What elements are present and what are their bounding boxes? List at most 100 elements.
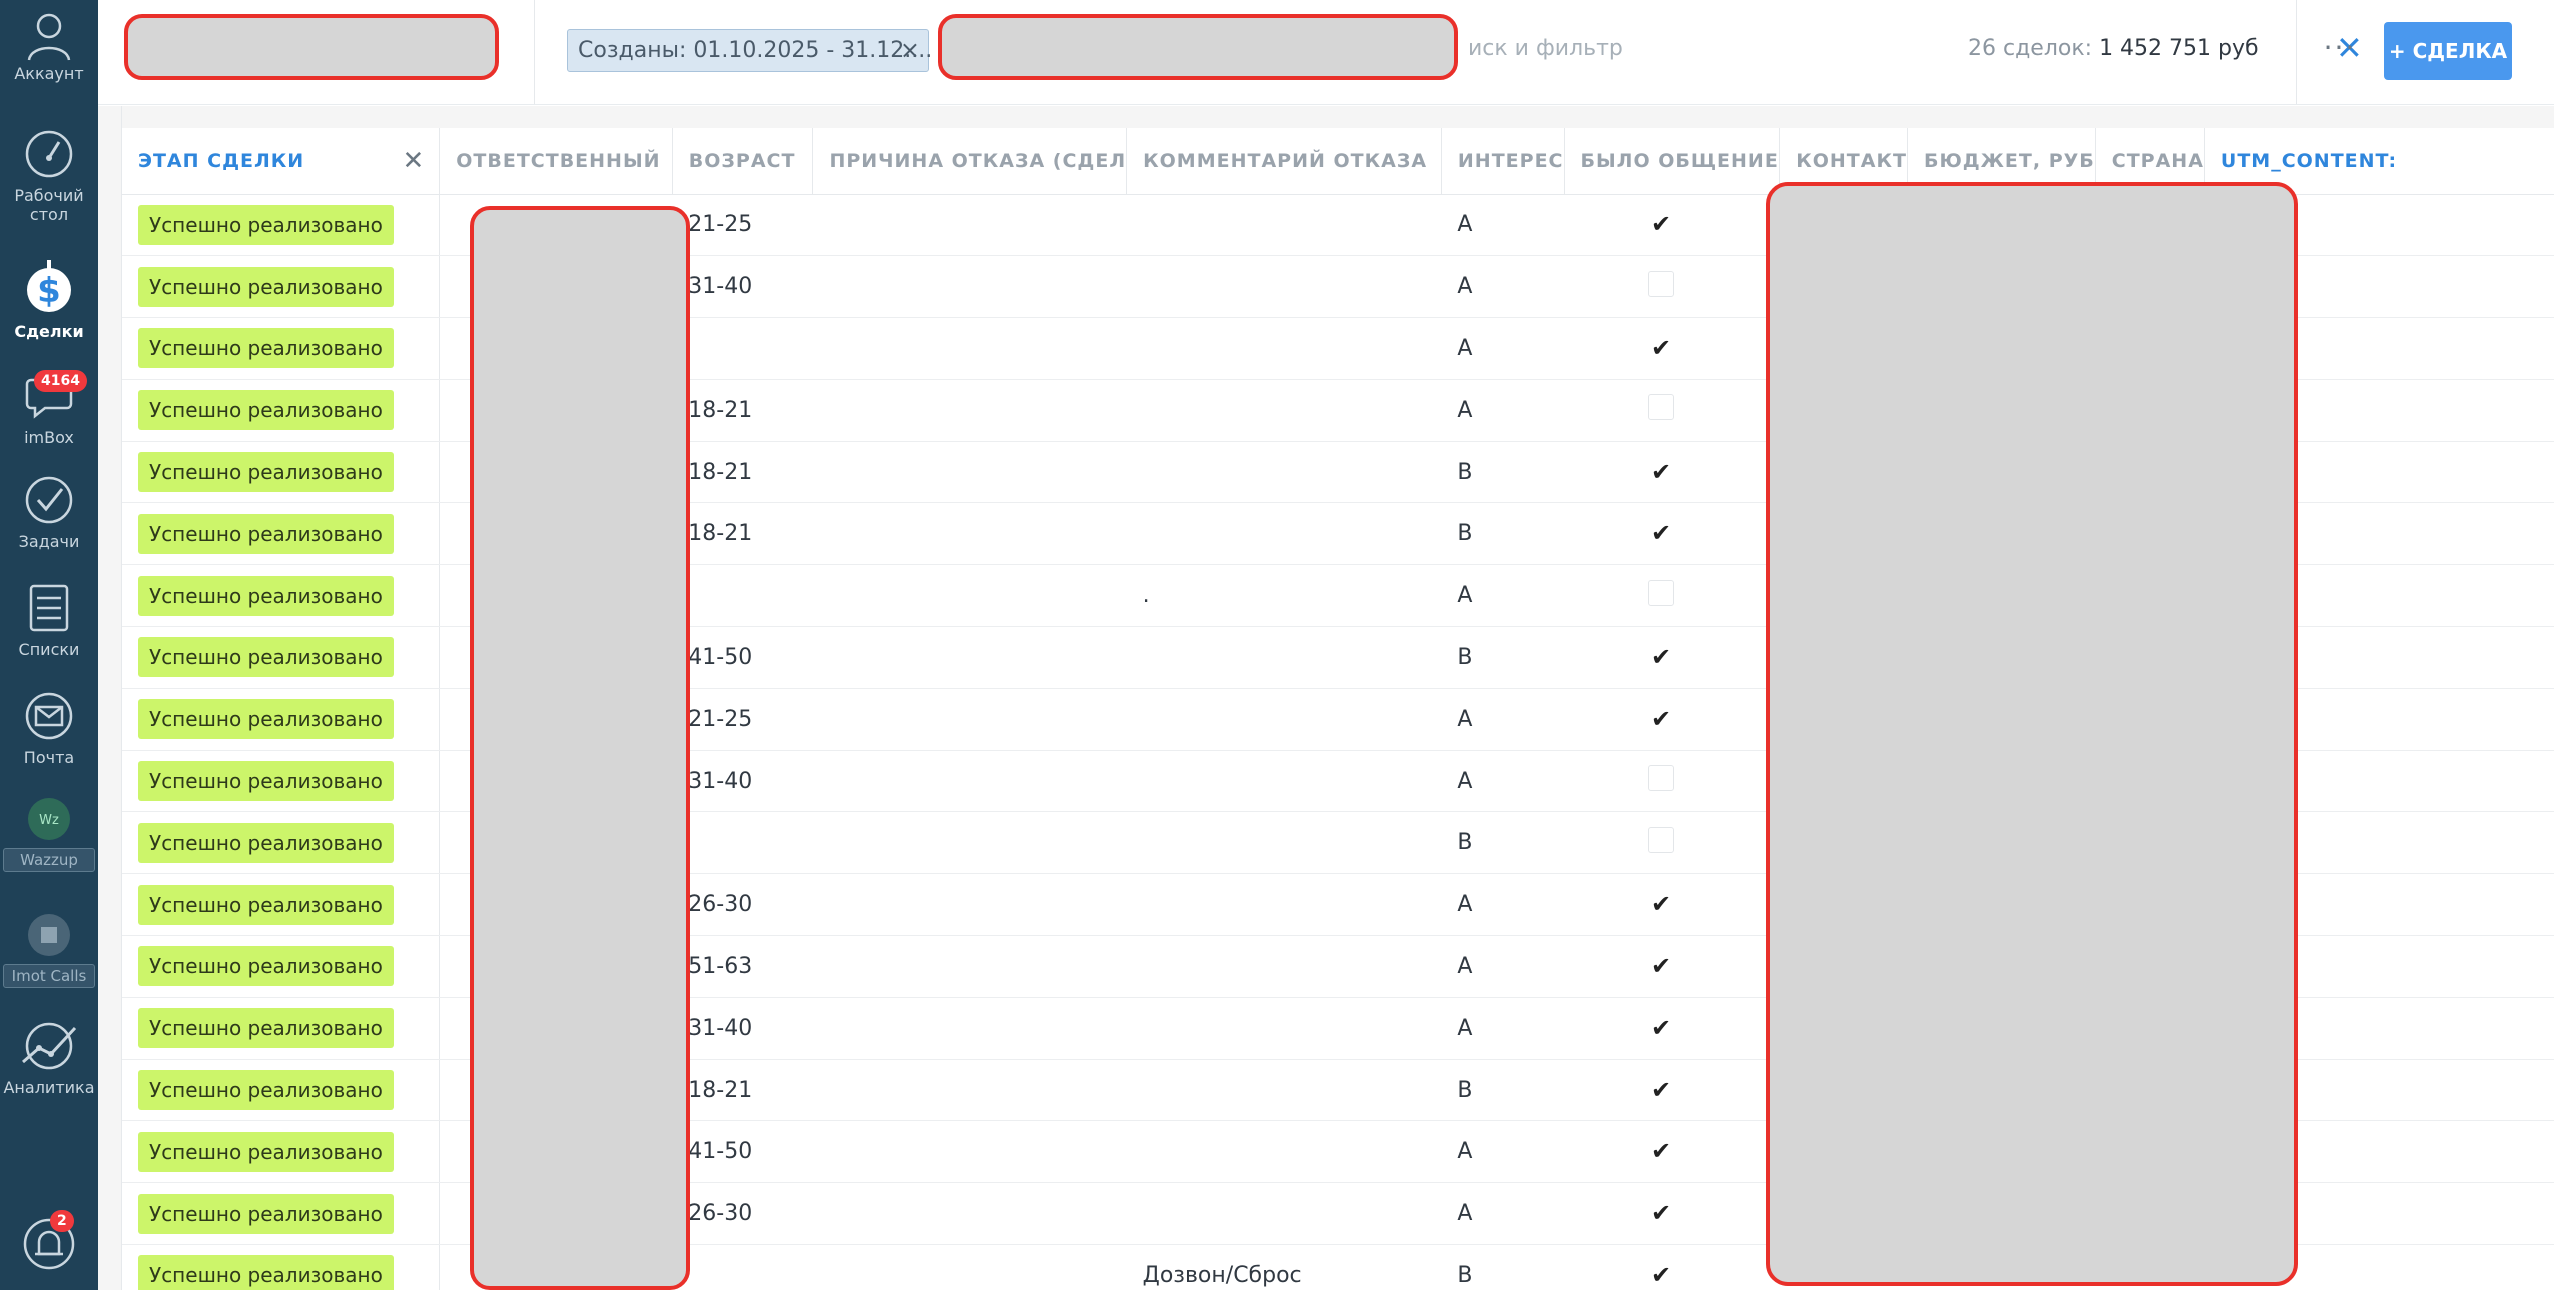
cell-interest: A: [1441, 317, 1564, 380]
stage-badge: Успешно реализовано: [138, 761, 394, 802]
checkmark-icon[interactable]: ✔: [1648, 1015, 1674, 1041]
column-header-interest[interactable]: ИНТЕРЕС: [1441, 128, 1565, 195]
cell-refusal-comment: .: [1126, 564, 1442, 628]
cell-interest: A: [1441, 255, 1564, 319]
column-header-age[interactable]: ВОЗРАСТ: [672, 128, 814, 195]
close-icon[interactable]: ×: [900, 30, 920, 71]
nav-analytics[interactable]: Аналитика: [0, 1020, 98, 1097]
age-value: 18-21: [688, 1077, 753, 1103]
cell-refusal-reason: [812, 317, 1127, 380]
checkmark-icon[interactable]: ✔: [1648, 1138, 1674, 1164]
top-bar: Созданы: 01.10.2025 - 31.12.... × иск и …: [98, 0, 2554, 105]
stage-badge: Успешно реализовано: [138, 884, 394, 925]
checkmark-icon[interactable]: ✔: [1648, 211, 1674, 237]
nav-tasks[interactable]: Задачи: [0, 474, 98, 551]
checkmark-icon[interactable]: ✔: [1648, 706, 1674, 732]
speedometer-icon: [25, 130, 73, 178]
deals-sum: 1 452 751 руб: [2099, 36, 2259, 61]
cell-communication: [1564, 255, 1780, 319]
cell-stage: Успешно реализовано: [122, 194, 441, 257]
cell-communication: ✔: [1564, 935, 1780, 998]
nav-imot-calls-label: Imot Calls: [3, 964, 95, 988]
cell-refusal-reason: [812, 1120, 1127, 1184]
cell-communication: ✔: [1564, 626, 1780, 689]
cell-age: 21-25: [672, 194, 813, 257]
new-deal-button[interactable]: + СДЕЛКА: [2384, 22, 2512, 80]
nav-imot-calls[interactable]: Imot Calls: [0, 912, 98, 988]
checkmark-icon[interactable]: ✔: [1648, 335, 1674, 361]
cell-interest: A: [1441, 873, 1564, 937]
cell-interest: A: [1441, 750, 1564, 813]
checkmark-icon[interactable]: ✔: [1648, 644, 1674, 670]
cell-age: 41-50: [672, 626, 813, 689]
cell-interest: A: [1441, 379, 1564, 442]
empty-checkbox[interactable]: [1648, 826, 1674, 853]
cell-interest: B: [1441, 1244, 1564, 1290]
close-icon[interactable]: ✕: [402, 146, 425, 176]
column-header-communication[interactable]: БЫЛО ОБЩЕНИЕ: [1564, 128, 1781, 195]
cell-interest: B: [1441, 502, 1564, 566]
nav-desktop[interactable]: Рабочий стол: [0, 128, 98, 224]
table-gutter: [98, 106, 122, 1290]
dollar-icon: $: [27, 260, 71, 312]
cell-age: 41-50: [672, 1120, 813, 1184]
more-options-button[interactable]: ···: [2298, 28, 2382, 72]
checkmark-icon[interactable]: ✔: [1648, 1262, 1674, 1288]
column-header-stage[interactable]: ЭТАП СДЕЛКИ ✕: [122, 128, 441, 195]
interest-value: A: [1457, 768, 1473, 794]
age-value: 18-21: [688, 459, 753, 485]
filter-chip-created[interactable]: Созданы: 01.10.2025 - 31.12.... ×: [567, 29, 932, 72]
nav-wazzup[interactable]: Wz Wazzup: [0, 796, 98, 872]
stage-badge: Успешно реализовано: [138, 1255, 394, 1290]
empty-checkbox[interactable]: [1648, 394, 1674, 421]
cell-interest: B: [1441, 811, 1564, 875]
nav-mail[interactable]: Почта: [0, 690, 98, 767]
empty-checkbox[interactable]: [1648, 765, 1674, 792]
interest-value: A: [1457, 706, 1473, 732]
stage-badge: Успешно реализовано: [138, 266, 394, 307]
nav-deals[interactable]: $ Сделки: [0, 258, 98, 341]
cell-stage: Успешно реализовано: [122, 750, 441, 813]
stage-badge: Успешно реализовано: [138, 390, 394, 431]
search-input[interactable]: иск и фильтр: [1468, 36, 1623, 61]
cell-stage: Успешно реализовано: [122, 1182, 441, 1246]
cell-stage: Успешно реализовано: [122, 1120, 441, 1184]
cell-age: [672, 317, 813, 380]
checkmark-icon[interactable]: ✔: [1648, 520, 1674, 546]
stage-badge: Успешно реализовано: [138, 637, 394, 678]
checkmark-icon[interactable]: ✔: [1648, 953, 1674, 979]
cell-interest: A: [1441, 935, 1564, 998]
redacted-contact-columns: [1766, 182, 2298, 1286]
cell-interest: B: [1441, 626, 1564, 689]
checkmark-icon[interactable]: ✔: [1648, 459, 1674, 485]
empty-checkbox[interactable]: [1648, 270, 1674, 297]
nav-analytics-label: Аналитика: [3, 1078, 95, 1097]
nav-account-label: Аккаунт: [14, 64, 84, 83]
notifications-badge: 2: [50, 1210, 74, 1232]
interest-value: A: [1457, 583, 1473, 609]
cell-communication: ✔: [1564, 194, 1780, 257]
nav-imbox[interactable]: 4164 imBox: [0, 370, 98, 447]
cell-age: 18-21: [672, 441, 813, 504]
nav-notifications[interactable]: 2: [0, 1210, 98, 1270]
cell-communication: ✔: [1564, 1120, 1780, 1184]
cell-age: [672, 1244, 813, 1290]
nav-lists[interactable]: Списки: [0, 582, 98, 659]
checkmark-icon[interactable]: ✔: [1648, 891, 1674, 917]
checkmark-icon[interactable]: ✔: [1648, 1200, 1674, 1226]
cell-refusal-comment: [1126, 1182, 1442, 1246]
column-header-refusal-reason[interactable]: ПРИЧИНА ОТКАЗА (СДЕЛ: [812, 128, 1128, 195]
column-header-refusal-comment[interactable]: КОММЕНТАРИЙ ОТКАЗА: [1126, 128, 1442, 195]
nav-account[interactable]: Аккаунт: [0, 10, 98, 83]
stage-badge: Успешно реализовано: [138, 452, 394, 493]
stage-badge: Успешно реализовано: [138, 328, 394, 369]
checkmark-icon[interactable]: ✔: [1648, 1077, 1674, 1103]
cell-interest: A: [1441, 1120, 1564, 1184]
stage-badge: Успешно реализовано: [138, 1131, 394, 1172]
interest-value: A: [1457, 953, 1473, 979]
cell-refusal-reason: [812, 379, 1127, 442]
cell-refusal-comment: [1126, 379, 1442, 442]
column-header-responsible[interactable]: ОТВЕТСТВЕННЫЙ: [439, 128, 673, 195]
empty-checkbox[interactable]: [1648, 579, 1674, 606]
interest-value: B: [1457, 1077, 1473, 1103]
